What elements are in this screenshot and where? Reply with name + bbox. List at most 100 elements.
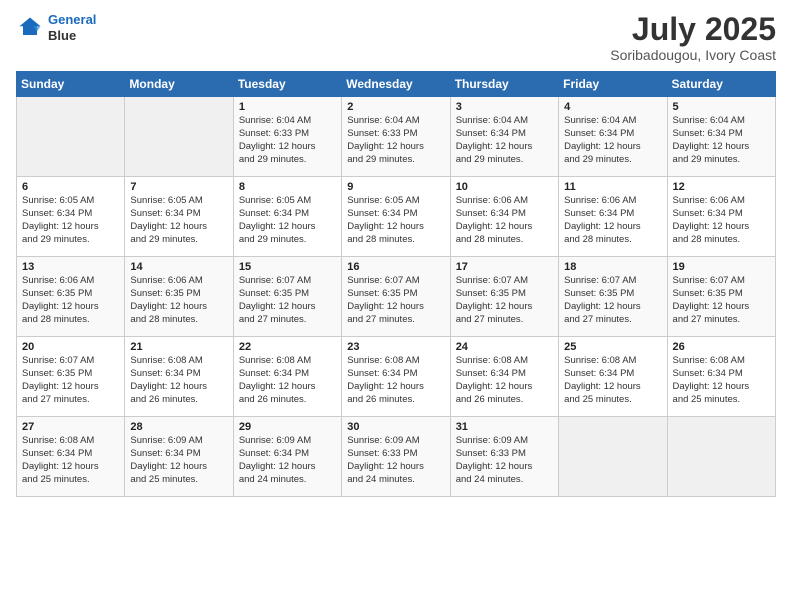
- day-number: 24: [456, 341, 553, 353]
- day-info: Sunrise: 6:09 AM Sunset: 6:33 PM Dayligh…: [347, 435, 444, 486]
- day-number: 5: [673, 101, 770, 113]
- calendar-cell: 2Sunrise: 6:04 AM Sunset: 6:33 PM Daylig…: [342, 97, 450, 177]
- day-number: 31: [456, 421, 553, 433]
- calendar-cell: 11Sunrise: 6:06 AM Sunset: 6:34 PM Dayli…: [559, 177, 667, 257]
- calendar-cell: 21 Sunrise: 6:08 AM Sunset: 6:34 PM Dayli…: [125, 337, 233, 417]
- weekday-header-cell: Monday: [125, 72, 233, 97]
- weekday-header-cell: Thursday: [450, 72, 558, 97]
- calendar-cell: 25 Sunrise: 6:08 AM Sunset: 6:34 PM Dayli…: [559, 337, 667, 417]
- calendar-cell: 20 Sunrise: 6:07 AM Sunset: 6:35 PM Dayli…: [17, 337, 125, 417]
- day-number: 22: [239, 341, 336, 353]
- calendar-cell: 10 Sunrise: 6:06 AM Sunset: 6:34 PM Dayli…: [450, 177, 558, 257]
- calendar-cell: 24 Sunrise: 6:08 AM Sunset: 6:34 PM Dayli…: [450, 337, 558, 417]
- day-number: 13: [22, 261, 119, 273]
- day-number: 21: [130, 341, 227, 353]
- day-info: Sunrise: 6:08 AM Sunset: 6:34 PM Dayligh…: [564, 355, 661, 406]
- calendar-cell: [17, 97, 125, 177]
- calendar-cell: 29Sunrise: 6:09 AM Sunset: 6:34 PM Dayli…: [233, 417, 341, 497]
- calendar-cell: [667, 417, 775, 497]
- day-info: Sunrise: 6:04 AM Sunset: 6:34 PM Dayligh…: [673, 115, 770, 166]
- calendar-cell: 5 Sunrise: 6:04 AM Sunset: 6:34 PM Daylig…: [667, 97, 775, 177]
- day-info: Sunrise: 6:07 AM Sunset: 6:35 PM Dayligh…: [564, 275, 661, 326]
- logo: General Blue: [16, 12, 96, 43]
- logo-icon: [16, 14, 44, 42]
- calendar-cell: 13Sunrise: 6:06 AM Sunset: 6:35 PM Dayli…: [17, 257, 125, 337]
- day-info: Sunrise: 6:08 AM Sunset: 6:34 PM Dayligh…: [347, 355, 444, 406]
- weekday-header-cell: Friday: [559, 72, 667, 97]
- day-number: 10: [456, 181, 553, 193]
- calendar-cell: [125, 97, 233, 177]
- day-info: Sunrise: 6:09 AM Sunset: 6:34 PM Dayligh…: [239, 435, 336, 486]
- day-info: Sunrise: 6:04 AM Sunset: 6:33 PM Dayligh…: [239, 115, 336, 166]
- day-info: Sunrise: 6:07 AM Sunset: 6:35 PM Dayligh…: [22, 355, 119, 406]
- day-number: 25: [564, 341, 661, 353]
- calendar-week-row: 20 Sunrise: 6:07 AM Sunset: 6:35 PM Dayli…: [17, 337, 776, 417]
- calendar-cell: 8 Sunrise: 6:05 AM Sunset: 6:34 PM Daylig…: [233, 177, 341, 257]
- day-number: 4: [564, 101, 661, 113]
- calendar-cell: 9Sunrise: 6:05 AM Sunset: 6:34 PM Daylig…: [342, 177, 450, 257]
- calendar-cell: [559, 417, 667, 497]
- calendar-cell: 28 Sunrise: 6:09 AM Sunset: 6:34 PM Dayli…: [125, 417, 233, 497]
- day-number: 19: [673, 261, 770, 273]
- day-number: 16: [347, 261, 444, 273]
- day-info: Sunrise: 6:06 AM Sunset: 6:34 PM Dayligh…: [564, 195, 661, 246]
- day-number: 12: [673, 181, 770, 193]
- day-number: 30: [347, 421, 444, 433]
- calendar-cell: 31 Sunrise: 6:09 AM Sunset: 6:33 PM Dayli…: [450, 417, 558, 497]
- calendar-cell: 7Sunrise: 6:05 AM Sunset: 6:34 PM Daylig…: [125, 177, 233, 257]
- day-info: Sunrise: 6:08 AM Sunset: 6:34 PM Dayligh…: [239, 355, 336, 406]
- day-info: Sunrise: 6:08 AM Sunset: 6:34 PM Dayligh…: [456, 355, 553, 406]
- day-number: 28: [130, 421, 227, 433]
- day-info: Sunrise: 6:09 AM Sunset: 6:33 PM Dayligh…: [456, 435, 553, 486]
- calendar-cell: 27 Sunrise: 6:08 AM Sunset: 6:34 PM Dayli…: [17, 417, 125, 497]
- day-info: Sunrise: 6:05 AM Sunset: 6:34 PM Dayligh…: [22, 195, 119, 246]
- day-number: 27: [22, 421, 119, 433]
- day-info: Sunrise: 6:07 AM Sunset: 6:35 PM Dayligh…: [456, 275, 553, 326]
- calendar-week-row: 6 Sunrise: 6:05 AM Sunset: 6:34 PM Daylig…: [17, 177, 776, 257]
- day-number: 17: [456, 261, 553, 273]
- day-number: 1: [239, 101, 336, 113]
- logo-text: General Blue: [48, 12, 96, 43]
- calendar-cell: 19 Sunrise: 6:07 AM Sunset: 6:35 PM Dayli…: [667, 257, 775, 337]
- day-info: Sunrise: 6:06 AM Sunset: 6:34 PM Dayligh…: [456, 195, 553, 246]
- calendar-week-row: 1 Sunrise: 6:04 AM Sunset: 6:33 PM Daylig…: [17, 97, 776, 177]
- day-info: Sunrise: 6:08 AM Sunset: 6:34 PM Dayligh…: [673, 355, 770, 406]
- day-number: 20: [22, 341, 119, 353]
- day-number: 15: [239, 261, 336, 273]
- calendar-cell: 30 Sunrise: 6:09 AM Sunset: 6:33 PM Dayli…: [342, 417, 450, 497]
- calendar-cell: 1 Sunrise: 6:04 AM Sunset: 6:33 PM Daylig…: [233, 97, 341, 177]
- day-info: Sunrise: 6:05 AM Sunset: 6:34 PM Dayligh…: [239, 195, 336, 246]
- day-number: 18: [564, 261, 661, 273]
- calendar-cell: 18 Sunrise: 6:07 AM Sunset: 6:35 PM Dayli…: [559, 257, 667, 337]
- weekday-header-cell: Sunday: [17, 72, 125, 97]
- day-info: Sunrise: 6:04 AM Sunset: 6:33 PM Dayligh…: [347, 115, 444, 166]
- location: Soribadougou, Ivory Coast: [610, 47, 776, 63]
- day-info: Sunrise: 6:09 AM Sunset: 6:34 PM Dayligh…: [130, 435, 227, 486]
- weekday-header-cell: Wednesday: [342, 72, 450, 97]
- weekday-header-cell: Tuesday: [233, 72, 341, 97]
- weekday-header-row: SundayMondayTuesdayWednesdayThursdayFrid…: [17, 72, 776, 97]
- title-block: July 2025 Soribadougou, Ivory Coast: [610, 12, 776, 63]
- calendar-cell: 6 Sunrise: 6:05 AM Sunset: 6:34 PM Daylig…: [17, 177, 125, 257]
- calendar-cell: 26Sunrise: 6:08 AM Sunset: 6:34 PM Dayli…: [667, 337, 775, 417]
- day-info: Sunrise: 6:08 AM Sunset: 6:34 PM Dayligh…: [130, 355, 227, 406]
- calendar-cell: 14 Sunrise: 6:06 AM Sunset: 6:35 PM Dayli…: [125, 257, 233, 337]
- day-number: 14: [130, 261, 227, 273]
- day-number: 8: [239, 181, 336, 193]
- calendar-cell: 23 Sunrise: 6:08 AM Sunset: 6:34 PM Dayli…: [342, 337, 450, 417]
- calendar-week-row: 27 Sunrise: 6:08 AM Sunset: 6:34 PM Dayli…: [17, 417, 776, 497]
- calendar-cell: 3Sunrise: 6:04 AM Sunset: 6:34 PM Daylig…: [450, 97, 558, 177]
- day-info: Sunrise: 6:08 AM Sunset: 6:34 PM Dayligh…: [22, 435, 119, 486]
- calendar-cell: 22 Sunrise: 6:08 AM Sunset: 6:34 PM Dayli…: [233, 337, 341, 417]
- day-info: Sunrise: 6:06 AM Sunset: 6:34 PM Dayligh…: [673, 195, 770, 246]
- day-info: Sunrise: 6:07 AM Sunset: 6:35 PM Dayligh…: [347, 275, 444, 326]
- header: General Blue July 2025 Soribadougou, Ivo…: [16, 12, 776, 63]
- day-info: Sunrise: 6:06 AM Sunset: 6:35 PM Dayligh…: [130, 275, 227, 326]
- page: General Blue July 2025 Soribadougou, Ivo…: [0, 0, 792, 612]
- day-info: Sunrise: 6:05 AM Sunset: 6:34 PM Dayligh…: [130, 195, 227, 246]
- day-number: 23: [347, 341, 444, 353]
- day-info: Sunrise: 6:07 AM Sunset: 6:35 PM Dayligh…: [673, 275, 770, 326]
- calendar-body: 1 Sunrise: 6:04 AM Sunset: 6:33 PM Daylig…: [17, 97, 776, 497]
- day-info: Sunrise: 6:04 AM Sunset: 6:34 PM Dayligh…: [564, 115, 661, 166]
- day-number: 6: [22, 181, 119, 193]
